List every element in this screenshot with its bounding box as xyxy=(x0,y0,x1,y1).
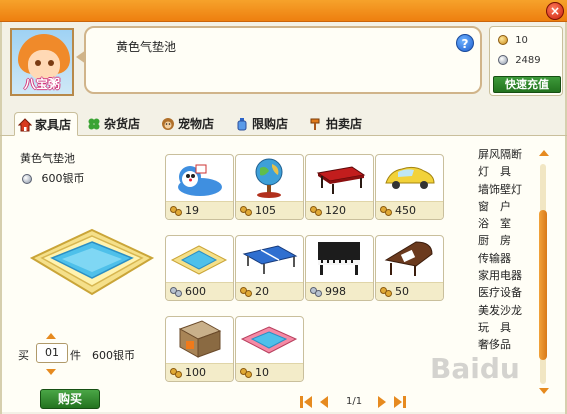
item-card-red-table[interactable]: 120 xyxy=(305,154,374,220)
yellow-car-icon xyxy=(385,166,435,189)
silver-coin-icon xyxy=(498,55,508,65)
category-item[interactable]: 墙饰壁灯 xyxy=(478,181,536,198)
prev-page-button[interactable] xyxy=(320,396,328,408)
pink-pool-icon xyxy=(240,326,298,354)
brown-piano-icon xyxy=(384,241,433,276)
category-item[interactable]: 厨 房 xyxy=(478,232,536,249)
silver-coin-icon xyxy=(22,174,32,184)
item-price: 20 xyxy=(236,282,303,300)
category-item[interactable]: 家用电器 xyxy=(478,267,536,284)
item-card-black-piano[interactable]: 998 xyxy=(305,235,374,301)
quantity-input[interactable]: 01 xyxy=(36,343,68,363)
bubble-text: 黄色气垫池 xyxy=(116,40,177,54)
item-card-ping-pong-table[interactable]: 20 xyxy=(235,235,304,301)
gavel-icon xyxy=(310,118,320,130)
silver-amount: 2489 xyxy=(515,55,541,66)
item-price: 100 xyxy=(166,363,233,381)
clover-icon xyxy=(88,118,100,130)
blue-pool-icon xyxy=(170,245,228,275)
item-price: 600 xyxy=(166,282,233,300)
scroll-down-button[interactable] xyxy=(539,388,549,394)
selected-item-name: 黄色气垫池 xyxy=(20,152,75,165)
category-item[interactable]: 窗 户 xyxy=(478,198,536,215)
item-card-globe[interactable]: 105 xyxy=(235,154,304,220)
item-card-blue-pool[interactable]: 600 xyxy=(165,235,234,301)
avatar: 八宝粥 xyxy=(10,28,74,96)
house-icon xyxy=(18,118,32,132)
tab-label: 拍卖店 xyxy=(326,117,363,131)
scroll-up-button[interactable] xyxy=(539,150,549,156)
tab-label: 限购店 xyxy=(252,117,289,131)
tab-grocery[interactable]: 杂货店 xyxy=(84,112,140,136)
tab-auction[interactable]: 拍卖店 xyxy=(306,112,362,136)
item-card-yellow-car[interactable]: 450 xyxy=(375,154,444,220)
page-indicator: 1/1 xyxy=(346,396,363,407)
category-item[interactable]: 玩 具 xyxy=(478,319,536,336)
scrollbar-thumb[interactable] xyxy=(539,210,547,360)
avatar-name: 八宝粥 xyxy=(23,77,60,91)
buy-button[interactable]: 购买 xyxy=(40,389,100,409)
item-price: 50 xyxy=(376,282,443,300)
globe-icon xyxy=(255,158,283,198)
item-price: 19 xyxy=(166,201,233,219)
qty-increase-button[interactable] xyxy=(46,333,56,339)
last-page-button[interactable] xyxy=(394,396,402,408)
selected-item-preview xyxy=(30,228,154,296)
fireplace-icon xyxy=(178,320,222,358)
item-price: 998 xyxy=(306,282,373,300)
category-item[interactable]: 屏风隔断 xyxy=(478,146,536,163)
black-piano-icon xyxy=(318,242,360,275)
ping-pong-table-icon xyxy=(242,245,298,274)
shop-tabs: 家具店 杂货店 宠物店 限购店 拍卖店 xyxy=(0,112,567,136)
qty-total-price: 600银币 xyxy=(92,349,135,362)
qty-label: 买 xyxy=(18,349,29,362)
silver-row: 2489 xyxy=(498,55,541,66)
category-item[interactable]: 灯 具 xyxy=(478,163,536,180)
tab-label: 宠物店 xyxy=(178,117,215,131)
bottle-icon xyxy=(237,118,247,131)
category-item[interactable]: 浴 室 xyxy=(478,215,536,232)
item-card-fireplace[interactable]: 100 xyxy=(165,316,234,382)
item-price: 10 xyxy=(236,363,303,381)
last-page-button-bar[interactable] xyxy=(403,396,406,408)
gold-coin-icon xyxy=(498,35,508,45)
red-table-icon xyxy=(316,166,366,194)
item-card-brown-piano[interactable]: 50 xyxy=(375,235,444,301)
item-card-doraemon[interactable]: 19 xyxy=(165,154,234,220)
first-page-button-bar[interactable] xyxy=(300,396,303,408)
bubble-tail xyxy=(76,50,86,64)
next-page-button[interactable] xyxy=(378,396,386,408)
help-icon[interactable]: ? xyxy=(456,34,474,52)
close-button[interactable]: × xyxy=(546,2,564,20)
item-price: 120 xyxy=(306,201,373,219)
qty-decrease-button[interactable] xyxy=(46,369,56,375)
tab-limited[interactable]: 限购店 xyxy=(232,112,288,136)
category-item[interactable]: 传输器 xyxy=(478,250,536,267)
gold-amount: 10 xyxy=(515,35,528,46)
selected-item-price: 600银币 xyxy=(22,170,85,186)
info-bubble xyxy=(84,26,482,94)
title-bar xyxy=(0,0,567,22)
doraemon-toy-icon xyxy=(178,164,222,196)
tab-label: 杂货店 xyxy=(104,117,141,131)
tab-pet[interactable]: 宠物店 xyxy=(158,112,214,136)
category-item[interactable]: 美发沙龙 xyxy=(478,302,536,319)
watermark: Baidu xyxy=(430,352,520,385)
tab-label: 家具店 xyxy=(35,118,72,132)
item-price: 450 xyxy=(376,201,443,219)
tab-furniture[interactable]: 家具店 xyxy=(14,112,79,136)
item-card-pink-pool[interactable]: 10 xyxy=(235,316,304,382)
quick-recharge-button[interactable]: 快速充值 xyxy=(493,76,561,93)
category-item[interactable]: 奢侈品 xyxy=(478,336,536,353)
first-page-button[interactable] xyxy=(304,396,312,408)
qty-unit: 件 xyxy=(70,349,81,362)
item-price: 105 xyxy=(236,201,303,219)
category-list: 屏风隔断 灯 具 墙饰壁灯 窗 户 浴 室 厨 房 传输器 家用电器 医疗设备 … xyxy=(478,146,536,354)
category-item[interactable]: 医疗设备 xyxy=(478,284,536,301)
monkey-icon xyxy=(162,118,174,130)
gold-row: 10 xyxy=(498,35,528,46)
